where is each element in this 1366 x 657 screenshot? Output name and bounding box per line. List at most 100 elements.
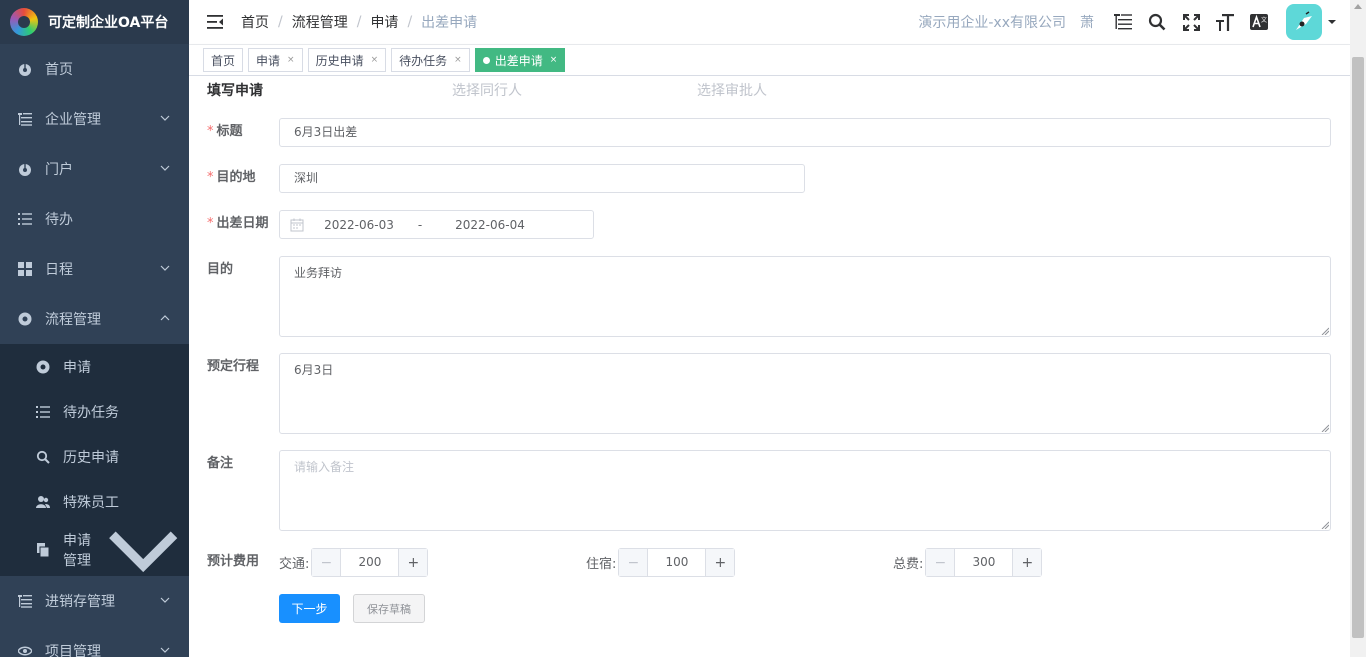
close-icon[interactable]: × — [371, 55, 379, 65]
tag-apply[interactable]: 申请 × — [248, 48, 303, 72]
form-row-dates: * 出差日期 2022-06-03 - 2022-06-04 — [207, 210, 594, 239]
required-mark: * — [207, 170, 214, 185]
resize-handle-icon[interactable] — [1321, 424, 1329, 432]
tree-table-icon — [17, 593, 33, 609]
tag-label: 首页 — [211, 53, 236, 68]
date-range-picker[interactable]: 2022-06-03 - 2022-06-04 — [279, 210, 594, 239]
svg-text:文: 文 — [1261, 16, 1267, 24]
required-mark: * — [207, 124, 214, 139]
sidebar-item-schedule[interactable]: 日程 — [0, 244, 189, 294]
fullscreen-button[interactable] — [1174, 0, 1208, 45]
form-row-expense: 预计费用 交通: − 200 + 住宿: − 100 + 总费: − 300 + — [207, 548, 1043, 577]
form-label: * 目的地 — [207, 164, 279, 193]
search-icon — [35, 449, 51, 465]
navbar-right: 演示用企业-xx有限公司 萧 文 — [918, 0, 1350, 45]
lodging-input[interactable]: 100 — [648, 549, 705, 576]
start-date-input[interactable]: 2022-06-03 — [318, 218, 400, 232]
language-button[interactable]: 文 — [1242, 0, 1276, 45]
form-row-remark: 备注 请输入备注 — [207, 450, 1331, 531]
destination-input[interactable]: 深圳 — [279, 164, 805, 193]
remark-textarea[interactable]: 请输入备注 — [279, 450, 1331, 531]
tag-label: 出差申请 — [494, 53, 543, 68]
sidebar-item-enterprise[interactable]: 企业管理 — [0, 94, 189, 144]
total-label: 总费: — [893, 557, 924, 572]
next-button[interactable]: 下一步 — [279, 594, 340, 623]
resize-handle-icon[interactable] — [1321, 521, 1329, 529]
title-input[interactable]: 6月3日出差 — [279, 118, 1331, 147]
breadcrumb-item[interactable]: 申请 — [370, 12, 398, 32]
close-icon[interactable]: × — [550, 55, 558, 65]
user-name[interactable]: 萧 — [1080, 12, 1094, 32]
scroll-up-arrow-icon[interactable] — [1354, 4, 1362, 9]
scrollbar-thumb[interactable] — [1352, 57, 1364, 638]
sidebar-item-pending-tasks[interactable]: 待办任务 — [0, 389, 189, 434]
font-size-button[interactable] — [1208, 0, 1242, 45]
sidebar-logo[interactable]: 可定制企业OA平台 — [0, 0, 189, 44]
breadcrumb-item[interactable]: 首页 — [241, 12, 269, 32]
tag-home[interactable]: 首页 — [203, 48, 244, 72]
decrease-button[interactable]: − — [619, 549, 649, 576]
lodging-group: 住宿: − 100 + — [586, 548, 893, 577]
resize-handle-icon[interactable] — [1321, 327, 1329, 335]
sidebar-item-label: 日程 — [45, 262, 73, 278]
app-logo — [10, 8, 38, 36]
increase-button[interactable]: + — [705, 549, 735, 576]
search-button[interactable] — [1140, 0, 1174, 45]
tag-pending-tasks[interactable]: 待办任务 × — [391, 48, 470, 72]
purpose-textarea[interactable]: 业务拜访 — [279, 256, 1331, 337]
transport-label: 交通: — [279, 557, 310, 572]
end-date-input[interactable]: 2022-06-04 — [440, 218, 540, 232]
tag-history[interactable]: 历史申请 × — [307, 48, 387, 72]
tag-business-trip[interactable]: 出差申请 × — [474, 48, 566, 72]
transport-input[interactable]: 200 — [341, 549, 398, 576]
search-icon — [1148, 13, 1166, 31]
breadcrumb-separator: / — [356, 14, 362, 30]
chevron-down-icon — [160, 647, 170, 653]
chevron-down-icon — [160, 265, 170, 271]
itinerary-textarea[interactable]: 6月3日 — [279, 353, 1331, 434]
sidebar-toggle-button[interactable] — [189, 0, 241, 45]
page-scrollbar[interactable] — [1350, 0, 1366, 657]
form-label: * 出差日期 — [207, 210, 279, 239]
increase-button[interactable]: + — [398, 549, 428, 576]
tags-view: 首页 申请 × 历史申请 × 待办任务 × 出差申请 × — [189, 45, 1350, 76]
close-icon[interactable]: × — [287, 55, 295, 65]
form-row-itinerary: 预定行程 6月3日 — [207, 353, 1331, 434]
sidebar-item-label: 门户 — [45, 162, 73, 178]
list-icon — [17, 211, 33, 227]
total-input[interactable]: 300 — [955, 549, 1012, 576]
caret-down-icon[interactable] — [1328, 18, 1336, 26]
increase-button[interactable]: + — [1012, 549, 1042, 576]
decrease-button[interactable]: − — [926, 549, 956, 576]
save-draft-button[interactable]: 保存草稿 — [353, 594, 425, 623]
sidebar-item-todo[interactable]: 待办 — [0, 194, 189, 244]
avatar[interactable] — [1286, 4, 1322, 40]
sidebar-item-apply[interactable]: 申请 — [0, 344, 189, 389]
sidebar-item-workflow[interactable]: 流程管理 — [0, 294, 189, 344]
menu-search-button[interactable] — [1106, 0, 1140, 45]
decrease-button[interactable]: − — [312, 549, 342, 576]
sidebar-item-portal[interactable]: 门户 — [0, 144, 189, 194]
sidebar-item-label: 申请管理 — [63, 533, 91, 569]
app-title: 可定制企业OA平台 — [48, 15, 169, 31]
breadcrumb-item[interactable]: 流程管理 — [292, 12, 348, 32]
sidebar-item-history[interactable]: 历史申请 — [0, 434, 189, 479]
workflow-submenu: 申请 待办任务 历史申请 特殊员工 申请管理 — [0, 344, 189, 576]
sidebar-item-projects[interactable]: 项目管理 — [0, 626, 189, 657]
transport-group: 交通: − 200 + — [279, 548, 586, 577]
form-label: 预计费用 — [207, 554, 260, 569]
sidebar-item-label: 企业管理 — [45, 112, 101, 128]
remark-placeholder: 请输入备注 — [294, 460, 355, 474]
form-label: 预定行程 — [207, 359, 260, 374]
sidebar-item-label: 待办任务 — [63, 404, 119, 421]
breadcrumb-current: 出差申请 — [421, 15, 478, 31]
sidebar-item-inventory[interactable]: 进销存管理 — [0, 576, 189, 626]
fullscreen-icon — [1182, 13, 1200, 31]
breadcrumb-separator: / — [278, 14, 283, 30]
close-icon[interactable]: × — [454, 55, 462, 65]
app-main: 填写申请 选择同行人 选择审批人 * 标题 6月3日出差 * 目的地 深圳 * 出差日… — [189, 76, 1350, 657]
form-label-text: 标题 — [216, 124, 243, 139]
sidebar-item-home[interactable]: 首页 — [0, 44, 189, 94]
sidebar-item-apply-manage[interactable]: 申请管理 — [0, 524, 189, 576]
active-dot-icon — [482, 56, 490, 64]
